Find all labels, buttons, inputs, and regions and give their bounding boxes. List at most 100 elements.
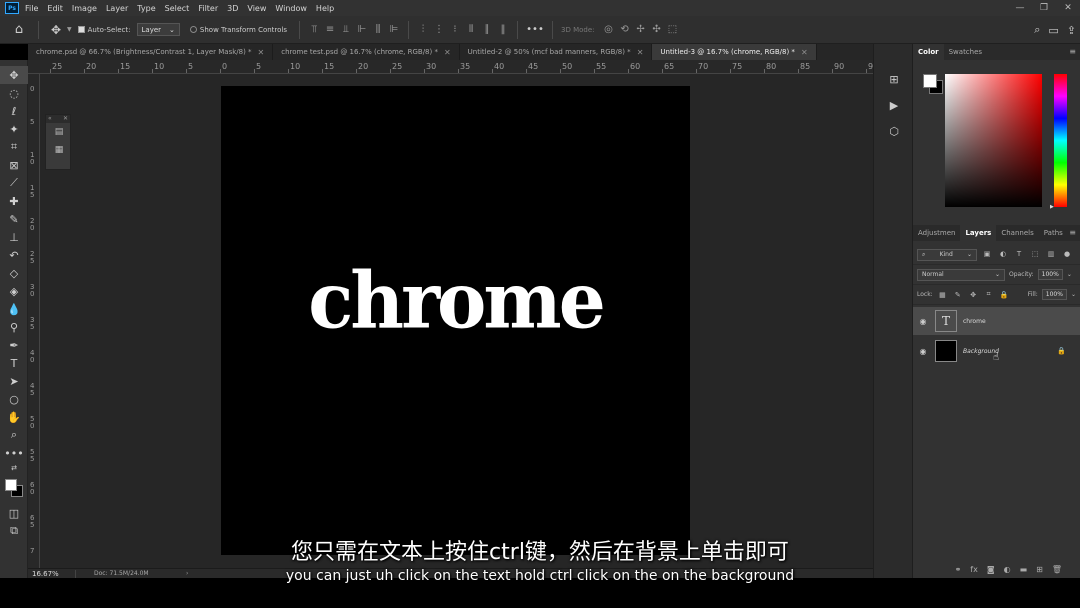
lasso-tool-icon[interactable]: ℓ [0,102,28,120]
type-tool-icon[interactable]: T [0,354,28,372]
marquee-tool-icon[interactable]: ◌ [0,84,28,102]
eye-icon[interactable]: ◉ [917,317,929,326]
history-panel-icon[interactable]: ⊞ [874,66,914,92]
filter-toggle-icon[interactable]: ● [1061,250,1073,260]
opacity-input[interactable]: 100% [1037,269,1063,280]
panel-grip[interactable] [874,44,912,66]
align-middle-icon[interactable]: ≡ [322,24,338,35]
filter-kind-dropdown[interactable]: ⌕ Kind ⌄ [917,248,977,261]
mini-panel-header[interactable]: « ✕ [46,115,70,123]
3d-panel-icon[interactable]: ⬡ [874,118,914,144]
layer-row-chrome[interactable]: ◉ T chrome [913,307,1080,335]
properties-icon[interactable]: ▦ [46,141,72,159]
swap-colors-icon[interactable]: ⇄ [0,462,28,474]
menu-image[interactable]: Image [72,4,97,13]
align-right-icon[interactable]: ⊫ [386,24,402,35]
menu-type[interactable]: Type [137,4,155,13]
lock-position-icon[interactable]: ✥ [968,291,979,299]
document-tab-4[interactable]: Untitled-3 @ 16.7% (chrome, RGB/8) * ✕ [652,44,817,60]
transform-controls-checkbox[interactable] [189,26,197,33]
document-tab-2[interactable]: chrome test.psd @ 16.7% (chrome, RGB/8) … [273,44,460,60]
lock-transparent-icon[interactable]: ▦ [937,291,948,299]
quick-mask-icon[interactable]: ◫ [0,504,28,522]
auto-select-dropdown[interactable]: Layer ⌄ [136,23,180,36]
distribute-right-icon[interactable]: ‖ [495,24,511,35]
document-tab-1[interactable]: chrome.psd @ 66.7% (Brightness/Contrast … [28,44,274,60]
menu-help[interactable]: Help [316,4,334,13]
close-button[interactable]: ✕ [1056,0,1080,16]
clone-stamp-tool-icon[interactable]: ⊥ [0,228,28,246]
hue-slider-marker[interactable]: ▶ [1050,204,1054,210]
foreground-color-swatch[interactable] [923,74,937,88]
hue-slider[interactable] [1054,74,1067,207]
tab-adjustments[interactable]: Adjustmen [913,225,960,241]
document-tab-3[interactable]: Untitled-2 @ 50% (mcf bad manners, RGB/8… [460,44,653,60]
menu-layer[interactable]: Layer [106,4,128,13]
filter-type-icon[interactable]: T [1013,250,1025,260]
collapse-icon[interactable]: « [48,115,52,123]
move-tool-icon[interactable]: ✥ [45,23,67,37]
close-icon[interactable]: ✕ [637,48,644,57]
eraser-tool-icon[interactable]: ◇ [0,264,28,282]
fill-input[interactable]: 100% [1041,289,1067,300]
search-icon[interactable]: ⌕ [1034,23,1040,37]
path-selection-tool-icon[interactable]: ➤ [0,372,28,390]
lock-artboard-icon[interactable]: ⌗ [983,290,994,299]
close-icon[interactable]: ✕ [801,48,808,57]
align-center-icon[interactable]: ⫼ [370,24,386,35]
close-icon[interactable]: ✕ [258,48,265,57]
tab-swatches[interactable]: Swatches [944,44,987,60]
blend-mode-dropdown[interactable]: Normal ⌄ [917,268,1005,281]
share-icon[interactable]: ⇪ [1067,24,1076,37]
history-brush-tool-icon[interactable]: ↶ [0,246,28,264]
pen-tool-icon[interactable]: ✒ [0,336,28,354]
move-tool-icon[interactable]: ✥ [0,66,28,84]
chevron-down-icon[interactable]: ⌄ [1067,271,1072,278]
minimize-button[interactable]: — [1008,0,1032,16]
restore-button[interactable]: ❐ [1032,0,1056,16]
filter-pixel-icon[interactable]: ▣ [981,250,993,260]
eye-icon[interactable]: ◉ [917,347,929,356]
menu-file[interactable]: File [25,4,38,13]
filter-adjustment-icon[interactable]: ◐ [997,250,1009,260]
align-top-icon[interactable]: ⫪ [306,24,322,35]
tab-paths[interactable]: Paths [1039,225,1068,241]
align-bottom-icon[interactable]: ⫫ [338,24,354,35]
tab-layers[interactable]: Layers [960,225,997,241]
distribute-left-icon[interactable]: ⦀ [463,24,479,35]
magic-wand-tool-icon[interactable]: ✦ [0,120,28,138]
blur-tool-icon[interactable]: 💧 [0,300,28,318]
menu-3d[interactable]: 3D [227,4,238,13]
color-picker-field[interactable] [945,74,1042,207]
panel-menu-icon[interactable]: ≡ [1069,47,1076,56]
menu-select[interactable]: Select [165,4,190,13]
paint-bucket-tool-icon[interactable]: ◈ [0,282,28,300]
auto-select-checkbox[interactable] [77,26,85,33]
menu-edit[interactable]: Edit [47,4,63,13]
eyedropper-tool-icon[interactable]: ⟋ [0,174,28,192]
frame-tool-icon[interactable]: ⊠ [0,156,28,174]
chevron-down-icon[interactable]: ▼ [67,26,72,33]
tab-channels[interactable]: Channels [996,225,1038,241]
hand-tool-icon[interactable]: ✋ [0,408,28,426]
document-canvas[interactable]: chrome [221,86,690,555]
close-icon[interactable]: ✕ [444,48,451,57]
lock-pixels-icon[interactable]: ✎ [952,291,963,299]
crop-tool-icon[interactable]: ⌗ [0,138,28,156]
align-left-icon[interactable]: ⊩ [354,24,370,35]
tab-color[interactable]: Color [913,44,944,60]
panel-menu-icon[interactable]: ≡ [1069,228,1076,237]
history-icon[interactable]: ▤ [46,123,72,141]
home-icon[interactable]: ⌂ [6,19,32,41]
lock-all-icon[interactable]: 🔒 [998,291,1009,299]
brush-tool-icon[interactable]: ✎ [0,210,28,228]
dodge-tool-icon[interactable]: ⚲ [0,318,28,336]
edit-toolbar-icon[interactable]: ••• [0,444,28,462]
filter-shape-icon[interactable]: ⬚ [1029,250,1041,260]
distribute-center-icon[interactable]: ∥ [479,24,495,35]
close-icon[interactable]: ✕ [63,115,68,123]
more-options-icon[interactable]: ••• [524,24,546,35]
distribute-bottom-icon[interactable]: ⁝ [447,24,463,35]
filter-smart-object-icon[interactable]: ▥ [1045,250,1057,260]
actions-panel-icon[interactable]: ▶ [874,92,914,118]
